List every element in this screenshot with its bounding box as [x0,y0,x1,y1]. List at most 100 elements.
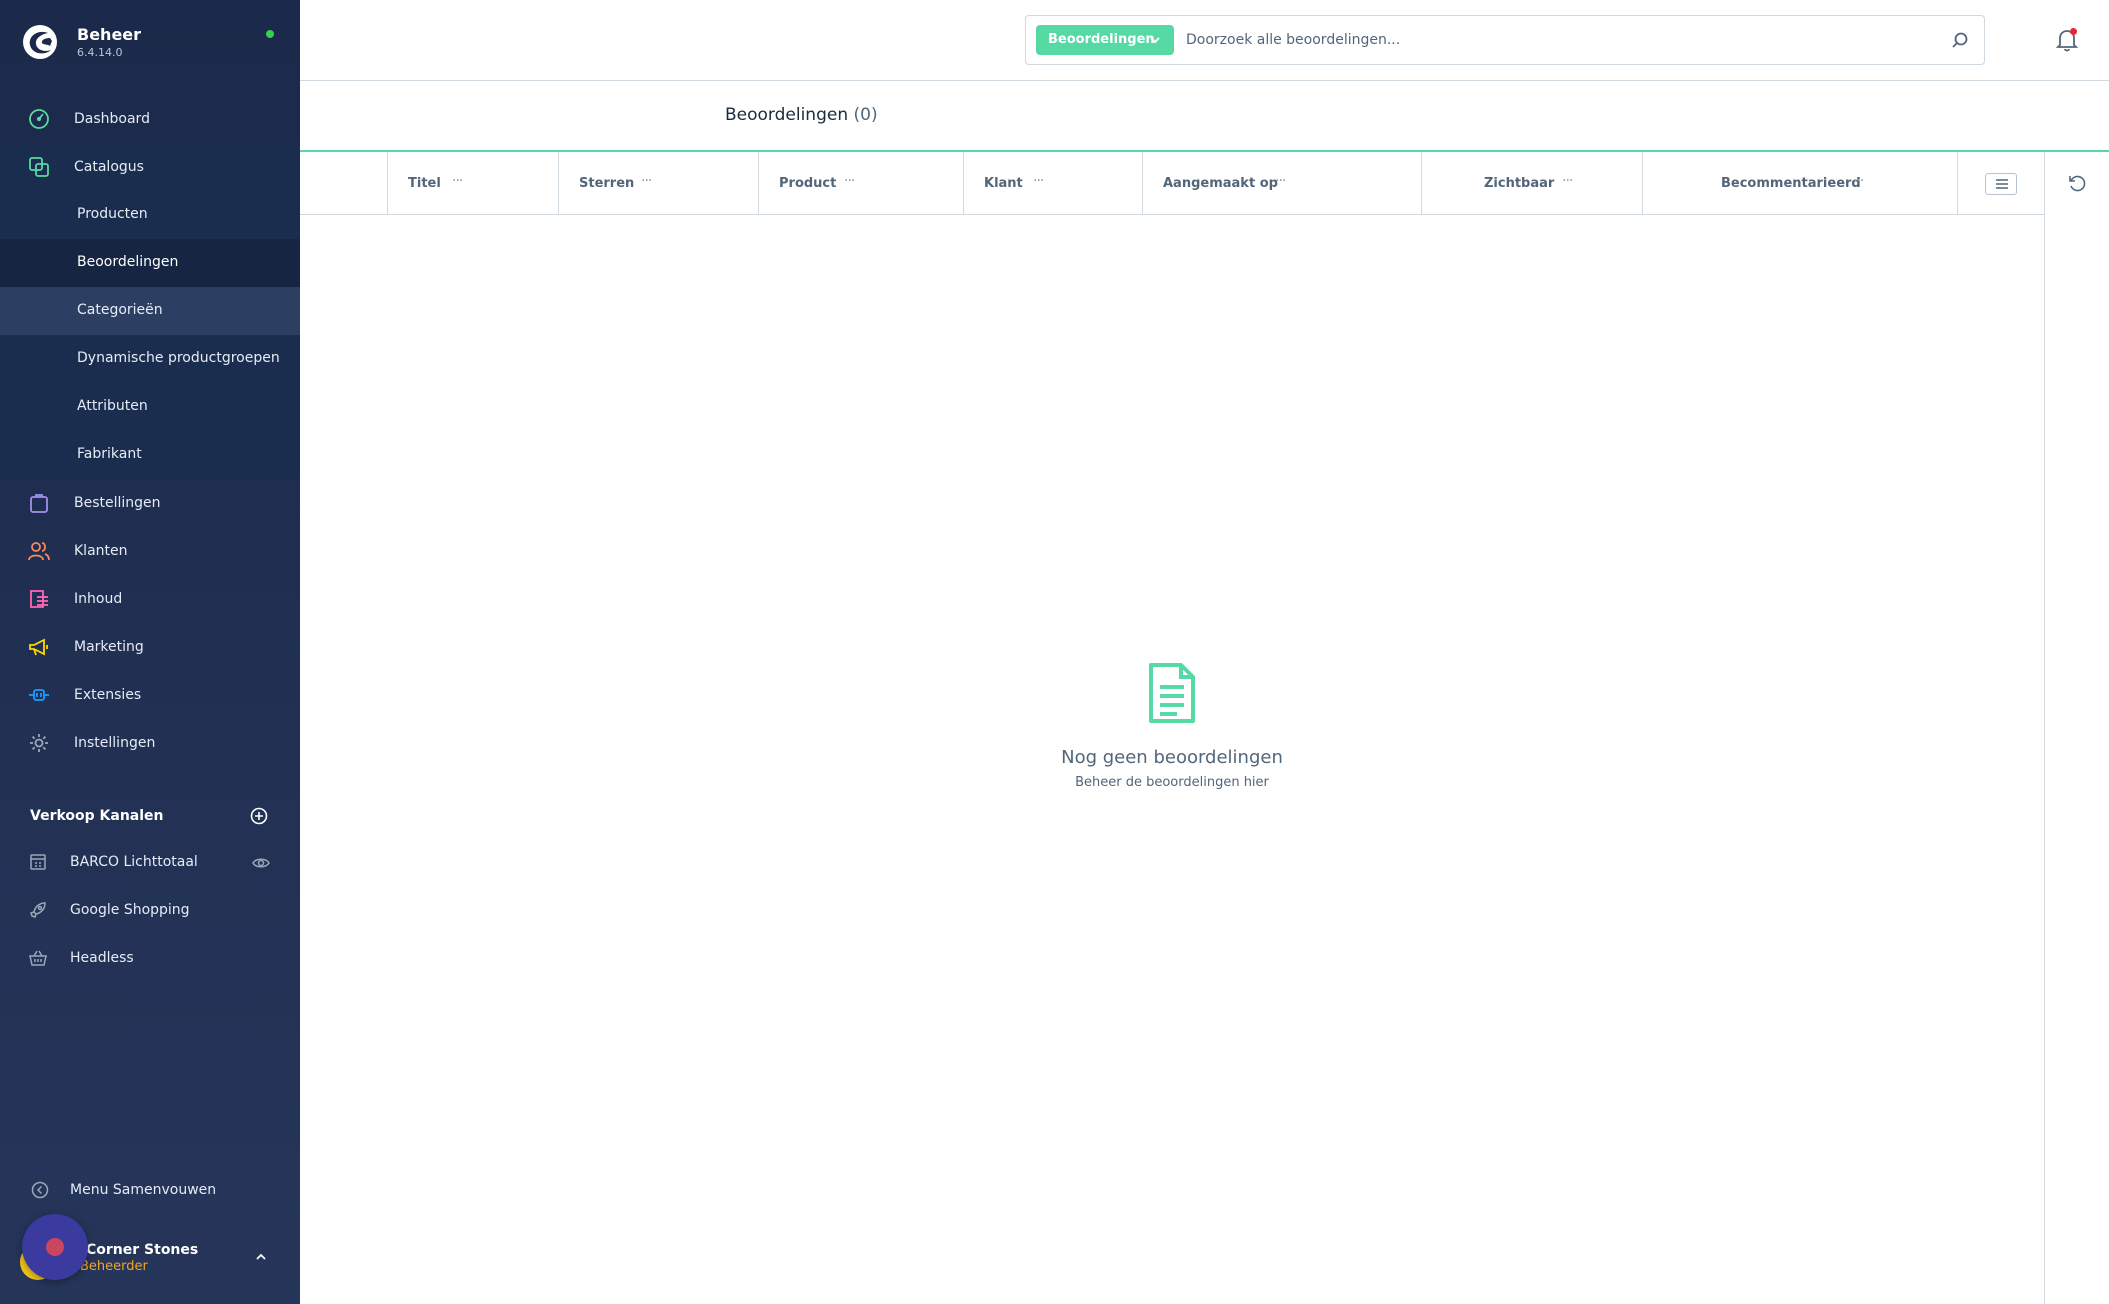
sidebar-subitem-dynamische-productgroepen[interactable]: Dynamische productgroepen [0,335,300,383]
sidebar-item-klanten[interactable]: Klanten [0,527,300,575]
empty-state-title: Nog geen beoordelingen [1061,747,1283,768]
eye-icon[interactable] [252,854,270,872]
sidebar-divider [2044,152,2045,1304]
column-label: Product [779,176,837,191]
sidebar-item-label: Klanten [74,543,128,559]
column-options-icon[interactable]: ··· [1033,173,1044,189]
chevron-up-icon[interactable] [254,1250,268,1264]
plug-icon [29,689,49,701]
content-icon [30,590,48,608]
sidebar-item-bestellingen[interactable]: Bestellingen [0,479,300,527]
column-label: Klant [984,176,1023,191]
channel-headless[interactable]: Headless [0,935,300,983]
column-label: Zichtbaar [1484,176,1555,191]
search-input[interactable] [1186,26,1926,54]
column-options-icon[interactable]: ··· [1562,173,1573,189]
sidebar-item-catalogus[interactable]: Catalogus [0,143,300,191]
sidebar-subitem-label: Categorieën [77,302,163,318]
refresh-icon[interactable] [2067,173,2087,193]
column-options-icon[interactable]: ··· [844,173,855,189]
sidebar-item-label: Extensies [74,687,142,703]
column-label: Sterren [579,176,635,191]
sidebar-subitem-beoordelingen[interactable]: Beoordelingen [0,239,300,287]
sidebar-subitem-fabrikant[interactable]: Fabrikant [0,431,300,479]
column-settings-button[interactable] [1985,173,2017,195]
column-options-icon[interactable]: ··· [1853,173,1864,189]
sidebar-item-marketing[interactable]: Marketing [0,623,300,671]
column-header-sterren[interactable]: Sterren ··· [558,152,758,215]
bag-icon [30,494,48,513]
page-title-count: (0) [853,105,878,125]
gear-icon [30,734,48,752]
column-header-aangemaakt-op[interactable]: Aangemaakt op ··· [1142,152,1421,215]
column-options-icon[interactable]: ··· [1275,173,1286,189]
sidebar-item-label: Instellingen [74,735,156,751]
rocket-icon [30,902,46,918]
app-name: Beheer [77,25,142,44]
empty-state-subtitle: Beheer de beoordelingen hier [1075,775,1269,790]
column-header-product[interactable]: Product ··· [758,152,963,215]
sidebar-subitem-label: Attributen [77,398,148,414]
page-title: Beoordelingen (0) [725,105,878,125]
sidebar-item-extensies[interactable]: Extensies [0,671,300,719]
sidebar-item-label: Bestellingen [74,495,161,511]
sidebar-subitem-categorieen[interactable]: Categorieën [0,287,300,335]
channel-label: Headless [70,950,134,966]
collapse-menu-button[interactable]: Menu Samenvouwen [0,1166,300,1214]
channel-label: Google Shopping [70,902,190,918]
sidebar-subitem-label: Fabrikant [77,446,142,462]
sidebar-subitem-producten[interactable]: Producten [0,191,300,239]
sidebar-item-dashboard[interactable]: Dashboard [0,95,300,143]
column-header-zichtbaar[interactable]: Zichtbaar ··· [1421,152,1642,215]
sidebar-item-label: Marketing [74,639,144,655]
chevron-down-icon [1150,37,1160,44]
status-indicator [266,30,274,38]
storefront-icon [30,854,46,870]
page-title-text: Beoordelingen [725,105,849,125]
column-header-klant[interactable]: Klant ··· [963,152,1142,215]
sidebar-subitem-attributen[interactable]: Attributen [0,383,300,431]
chevron-left-circle-icon [31,1181,49,1199]
channel-barco-lichttotaal[interactable]: BARCO Lichttotaal [0,839,300,887]
global-search: Beoordelingen [1025,15,1985,65]
users-icon [28,542,50,561]
column-options-icon[interactable]: ··· [452,173,463,189]
sidebar-subitem-label: Beoordelingen [77,254,179,270]
channel-label: BARCO Lichttotaal [70,854,198,870]
sidebar-item-instellingen[interactable]: Instellingen [0,719,300,767]
chat-launcher-button[interactable] [22,1214,88,1280]
collapse-menu-label: Menu Samenvouwen [70,1182,217,1198]
notification-badge [2070,28,2077,35]
sales-channels-title: Verkoop Kanalen [30,808,164,824]
shopware-logo-icon [23,25,57,59]
catalog-icon [29,157,49,177]
channel-google-shopping[interactable]: Google Shopping [0,887,300,935]
sidebar-item-label: Catalogus [74,159,144,175]
user-name: Corner Stones [86,1242,199,1258]
sidebar: Beheer 6.4.14.0 Dashboard Catalogus Prod… [0,0,300,1304]
column-header-becommentarieerd[interactable]: Becommentarieerd ··· [1642,152,1957,215]
column-options-icon[interactable]: ··· [641,173,652,189]
document-icon [1149,663,1195,723]
brand: Beheer 6.4.14.0 [0,0,300,86]
sidebar-item-label: Inhoud [74,591,123,607]
search-type-select[interactable]: Beoordelingen [1036,25,1174,55]
column-label: Becommentarieerd [1721,176,1861,191]
sidebar-subitem-label: Dynamische productgroepen [77,350,280,366]
search-type-label: Beoordelingen [1048,32,1155,47]
basket-icon [29,950,47,966]
column-label: Aangemaakt op [1163,176,1278,191]
user-role: Beheerder [80,1259,148,1274]
column-header-titel[interactable]: Titel ··· [387,152,558,215]
grid-header: Titel ··· Sterren ··· Product ··· Klant … [300,152,2045,215]
search-icon[interactable] [1951,31,1969,49]
sidebar-subitem-label: Producten [77,206,148,222]
dashboard-icon [29,109,49,129]
app-version: 6.4.14.0 [77,46,123,59]
add-channel-icon[interactable] [250,807,268,825]
list-icon [1996,179,2008,189]
column-label: Titel [408,176,441,191]
sidebar-item-inhoud[interactable]: Inhoud [0,575,300,623]
topbar: Beoordelingen [300,0,2109,81]
megaphone-icon [29,638,48,656]
